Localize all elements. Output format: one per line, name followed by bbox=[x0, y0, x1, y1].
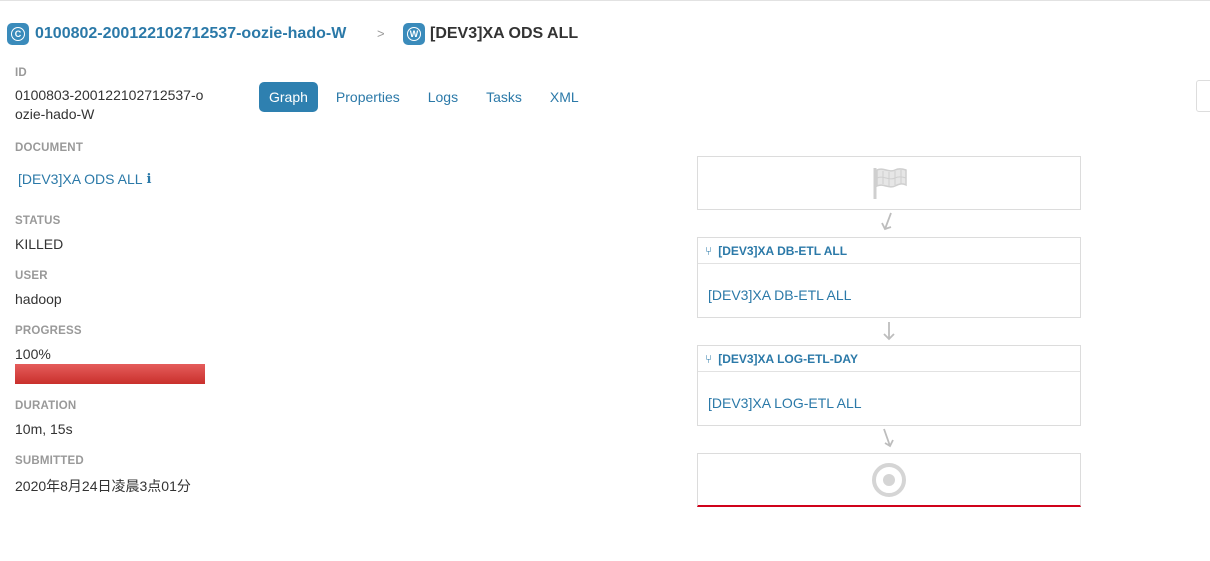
graph-arrow-1 bbox=[881, 212, 892, 231]
document-label: DOCUMENT bbox=[15, 142, 84, 154]
coordinator-link[interactable]: 0100802-200122102712537-oozie-hado-W bbox=[35, 25, 346, 43]
tab-bar: Graph Properties Logs Tasks XML bbox=[259, 82, 597, 112]
graph-end-node bbox=[697, 453, 1081, 507]
top-divider bbox=[0, 0, 1210, 1]
toolbar-button-partial[interactable] bbox=[1196, 80, 1210, 112]
fork-icon: ⑂ bbox=[705, 351, 713, 366]
breadcrumb-workflow: W [DEV3]XA ODS ALL bbox=[403, 23, 578, 45]
duration-label: DURATION bbox=[15, 400, 77, 412]
user-value: hadoop bbox=[15, 291, 62, 307]
submitted-value: 2020年8月24日凌晨3点01分 bbox=[15, 478, 191, 494]
progress-label: PROGRESS bbox=[15, 325, 82, 337]
graph-action-node-1[interactable]: ⑂ [DEV3]XA DB-ETL ALL [DEV3]XA DB-ETL AL… bbox=[697, 237, 1081, 318]
coordinator-icon: C bbox=[7, 23, 29, 45]
action-header[interactable]: ⑂ [DEV3]XA DB-ETL ALL bbox=[698, 238, 1080, 264]
duration-value: 10m, 15s bbox=[15, 421, 73, 437]
tab-properties[interactable]: Properties bbox=[326, 82, 410, 112]
user-label: USER bbox=[15, 270, 48, 282]
tab-logs[interactable]: Logs bbox=[418, 82, 468, 112]
graph-start-node bbox=[697, 156, 1081, 210]
breadcrumb-coordinator[interactable]: C 0100802-200122102712537-oozie-hado-W bbox=[7, 23, 346, 45]
action-title[interactable]: [DEV3]XA LOG-ETL-DAY bbox=[718, 352, 858, 366]
tab-graph[interactable]: Graph bbox=[259, 82, 318, 112]
target-icon bbox=[872, 462, 906, 497]
fork-icon: ⑂ bbox=[705, 243, 713, 258]
flag-icon bbox=[873, 168, 907, 199]
id-label: ID bbox=[15, 67, 27, 79]
progress-value: 100% bbox=[15, 346, 51, 362]
action-body[interactable]: [DEV3]XA DB-ETL ALL bbox=[698, 264, 1080, 303]
action-body[interactable]: [DEV3]XA LOG-ETL ALL bbox=[698, 372, 1080, 411]
progress-fill bbox=[15, 364, 205, 384]
graph-arrow-2 bbox=[883, 322, 895, 341]
document-name[interactable]: [DEV3]XA ODS ALL bbox=[18, 171, 143, 187]
workflow-icon: W bbox=[403, 23, 425, 45]
action-title[interactable]: [DEV3]XA DB-ETL ALL bbox=[718, 244, 847, 258]
document-link[interactable]: [DEV3]XA ODS ALL i bbox=[18, 171, 153, 187]
graph-arrow-3 bbox=[883, 428, 894, 448]
progress-bar bbox=[15, 364, 205, 384]
action-header[interactable]: ⑂ [DEV3]XA LOG-ETL-DAY bbox=[698, 346, 1080, 372]
tab-tasks[interactable]: Tasks bbox=[476, 82, 532, 112]
status-value: KILLED bbox=[15, 236, 64, 252]
status-label: STATUS bbox=[15, 215, 61, 227]
info-icon[interactable]: i bbox=[147, 172, 153, 187]
graph-action-node-2[interactable]: ⑂ [DEV3]XA LOG-ETL-DAY [DEV3]XA LOG-ETL … bbox=[697, 345, 1081, 426]
submitted-label: SUBMITTED bbox=[15, 455, 84, 467]
breadcrumb-separator: > bbox=[377, 26, 385, 41]
tab-xml[interactable]: XML bbox=[540, 82, 589, 112]
workflow-title: [DEV3]XA ODS ALL bbox=[430, 25, 579, 42]
id-value: 0100803-200122102712537-oozie-hado-W bbox=[15, 87, 204, 122]
